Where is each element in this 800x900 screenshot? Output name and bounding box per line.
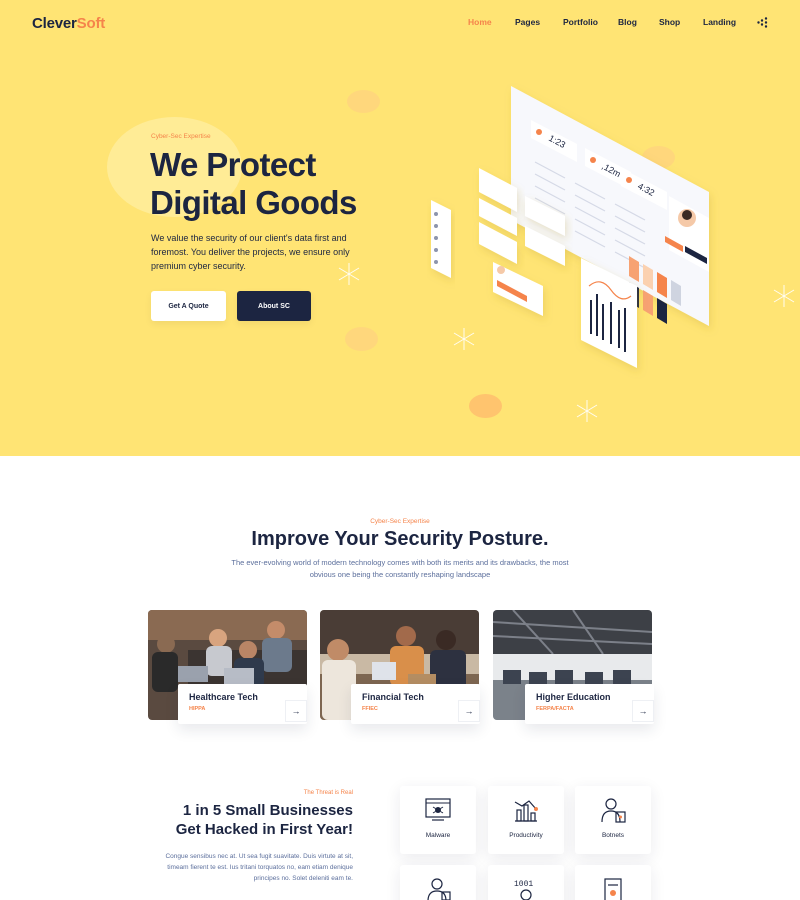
card-tag: FFIEC	[362, 706, 378, 712]
nav-item-pages[interactable]: Pages	[515, 17, 540, 27]
feature-label: Productivity	[509, 832, 543, 839]
deco-dot	[345, 327, 378, 351]
arrow-right-icon[interactable]: →	[458, 700, 480, 722]
feature-card-document[interactable]	[575, 865, 651, 900]
industry-card-label-box: Higher Education FERPA/FACTA →	[525, 684, 654, 724]
about-button[interactable]: About SC	[237, 291, 311, 321]
hero-title-line2: Digital Goods	[150, 184, 357, 221]
section-description: The ever-evolving world of modern techno…	[231, 558, 569, 579]
hero-title-line1: We Protect	[150, 146, 316, 183]
section-description: Congue sensibus nec at. Ut sea fugit sua…	[165, 853, 353, 882]
feature-card-binary[interactable]: 1001	[488, 865, 564, 900]
card-title: Financial Tech	[362, 692, 424, 702]
section-title-line1: 1 in 5 Small Businesses	[182, 802, 353, 819]
hacker-icon	[427, 878, 451, 900]
nav-item-shop[interactable]: Shop	[659, 17, 680, 27]
nav-item-home[interactable]: Home	[468, 17, 492, 27]
botnets-icon	[601, 798, 626, 823]
arrow-right-icon[interactable]: →	[632, 700, 654, 722]
card-title: Healthcare Tech	[189, 692, 258, 702]
hero-eyebrow: Cyber-Sec Expertise	[151, 133, 211, 140]
arrow-right-icon[interactable]: →	[285, 700, 307, 722]
card-title: Higher Education	[536, 692, 611, 702]
industry-card-label-box: Financial Tech FFIEC →	[351, 684, 480, 724]
hero-title: We Protect Digital Goods	[150, 146, 400, 222]
feature-card-malware[interactable]: Malware	[400, 786, 476, 854]
hero-description: We value the security of our client's da…	[151, 233, 350, 271]
section-title-line2: Get Hacked in First Year!	[175, 821, 353, 838]
feature-card-hacker[interactable]	[400, 865, 476, 900]
feature-label: Botnets	[601, 832, 625, 839]
section-eyebrow: Cyber-Sec Expertise	[370, 518, 430, 525]
deco-dot	[347, 90, 380, 113]
page: CleverSoft Home Pages Portfolio Blog Sho…	[0, 0, 800, 900]
nav-item-landing[interactable]: Landing	[703, 17, 736, 27]
nav-item-blog[interactable]: Blog	[618, 17, 637, 27]
main-nav: Home Pages Portfolio Blog Shop Landing	[0, 17, 800, 31]
menu-grid-icon[interactable]	[757, 17, 768, 28]
get-a-quote-button[interactable]: Get A Quote	[151, 291, 226, 321]
feature-label: Malware	[425, 832, 451, 839]
dashboard-illustration: 1:23 ,12m 4:32	[431, 86, 709, 368]
sparkle-icon	[576, 400, 598, 422]
svg-text:1001: 1001	[514, 880, 533, 889]
deco-dot	[469, 394, 502, 418]
industry-card-label-box: Healthcare Tech HIPPA →	[178, 684, 307, 724]
card-tag: HIPPA	[189, 706, 206, 712]
feature-card-botnets[interactable]: Botnets	[575, 786, 651, 854]
section-eyebrow: The Threat is Real	[303, 790, 353, 796]
section-title: 1 in 5 Small Businesses Get Hacked in Fi…	[150, 801, 353, 839]
binary-code-icon: 1001	[514, 880, 533, 900]
hero-section: CleverSoft Home Pages Portfolio Blog Sho…	[0, 0, 800, 456]
feature-card-productivity[interactable]: Productivity	[488, 786, 564, 854]
nav-item-portfolio[interactable]: Portfolio	[563, 17, 598, 27]
secure-document-icon	[604, 878, 622, 900]
sparkle-icon	[773, 285, 795, 307]
card-tag: FERPA/FACTA	[536, 706, 574, 712]
malware-icon	[425, 798, 451, 821]
productivity-icon	[514, 800, 538, 822]
section-title: Improve Your Security Posture.	[251, 528, 549, 550]
